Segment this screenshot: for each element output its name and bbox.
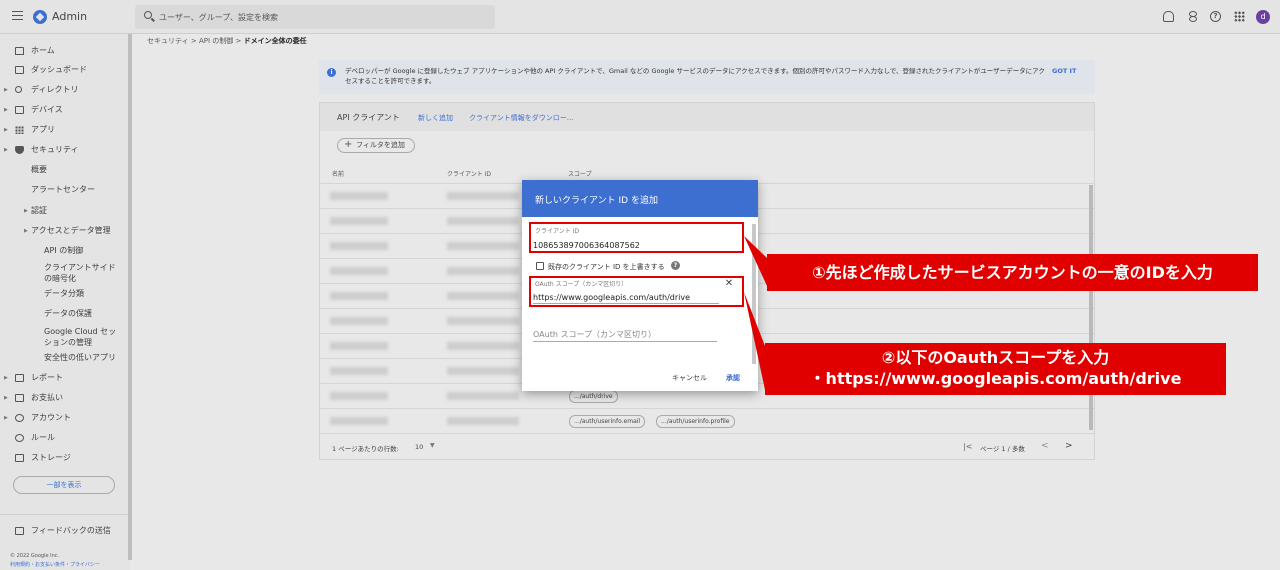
callout2-line1: ②以下のOauthスコープを入力 — [881, 348, 1110, 367]
callout-client-id: ①先ほど作成したサービスアカウントの一意のIDを入力 — [767, 254, 1258, 291]
callout1-arrow — [744, 236, 767, 286]
callout-oauth-scope: ②以下のOauthスコープを入力 ・https://www.googleapis… — [765, 343, 1226, 395]
callout2-arrow — [744, 292, 765, 390]
callout2-line2: ・https://www.googleapis.com/auth/drive — [809, 369, 1182, 388]
